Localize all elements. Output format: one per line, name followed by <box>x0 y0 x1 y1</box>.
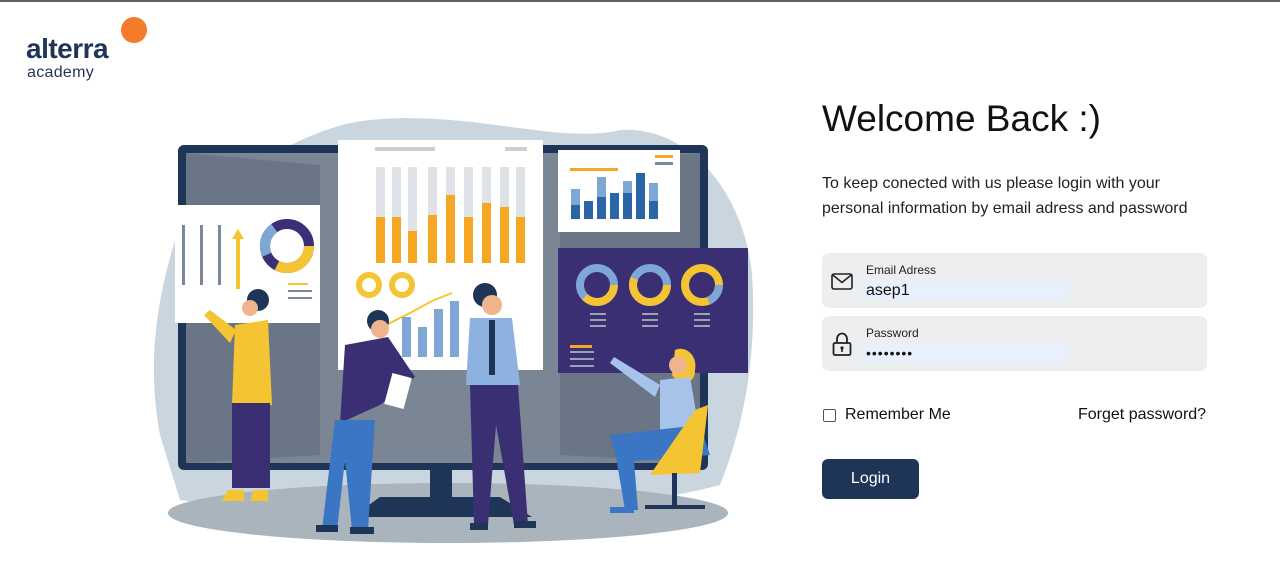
logo-wordmark: alterra <box>26 33 109 64</box>
mail-icon <box>831 273 853 290</box>
lock-icon <box>832 332 852 356</box>
window-top-border <box>0 0 1280 2</box>
page-subtitle: To keep conected with us please login wi… <box>822 175 1188 217</box>
password-label: Password <box>866 326 919 340</box>
password-input[interactable] <box>862 344 1068 363</box>
email-label: Email Adress <box>866 263 937 277</box>
email-field[interactable]: Email Adress <box>822 253 1207 308</box>
business-analytics-illustration <box>153 118 754 543</box>
remember-me-checkbox[interactable] <box>823 408 836 422</box>
brand-logo: alterra academy <box>26 16 156 86</box>
logo-dot <box>121 17 147 43</box>
password-field[interactable]: Password <box>822 316 1207 371</box>
logo-subtitle: academy <box>27 64 95 81</box>
monitor-stand <box>430 467 452 497</box>
remember-me[interactable]: Remember Me <box>822 405 951 425</box>
forgot-password-link[interactable]: Forget password? <box>1078 405 1206 425</box>
email-input[interactable] <box>862 281 1068 300</box>
remember-me-label[interactable]: Remember Me <box>845 406 951 424</box>
page-title: Welcome Back :) <box>822 98 1101 139</box>
login-button[interactable]: Login <box>822 459 919 499</box>
